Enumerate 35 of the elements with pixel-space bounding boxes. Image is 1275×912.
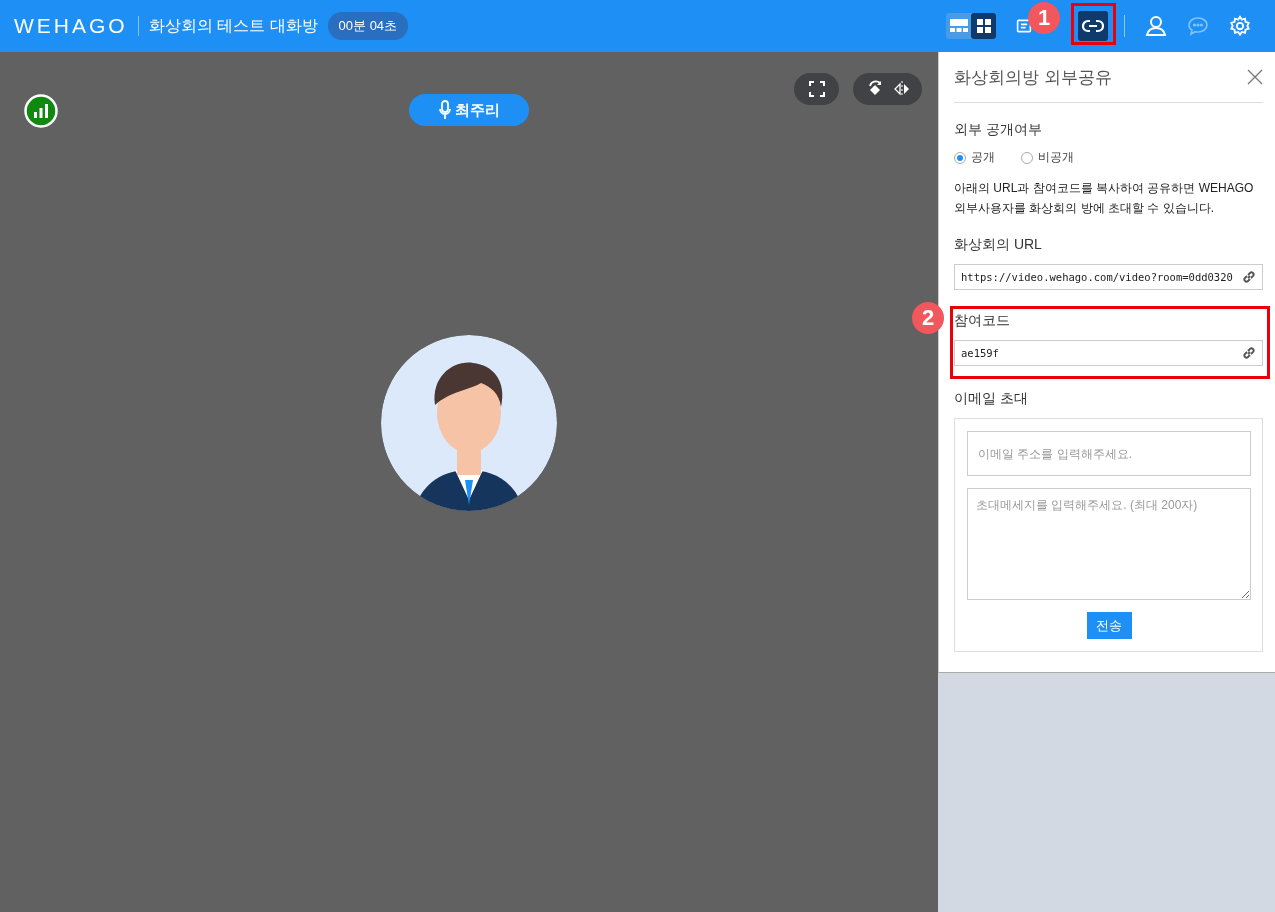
grid-layout-icon: [975, 18, 992, 34]
link-icon: [1242, 346, 1256, 360]
close-button[interactable]: [1247, 69, 1263, 85]
radio-option[interactable]: 공개: [954, 149, 995, 166]
grid-layout-button[interactable]: [971, 13, 996, 39]
url-field[interactable]: https://video.wehago.com/video?room=0dd0320: [954, 264, 1263, 290]
highlight-frame: [1071, 3, 1116, 45]
person-icon: [1145, 15, 1167, 37]
chat-bubble-icon: [1187, 16, 1209, 36]
section-label: 이메일 초대: [954, 390, 1029, 408]
call-timer: 00분 04초: [327, 12, 409, 40]
fullscreen-icon: [808, 81, 825, 97]
signal-strength-icon: [24, 94, 58, 128]
settings-icon: [1229, 15, 1251, 37]
speaker-name-tag: 최주리: [409, 94, 529, 126]
radio-option[interactable]: 비공개: [1021, 149, 1074, 166]
section-label: 화상회의 URL: [954, 236, 1043, 254]
microphone-icon: [438, 100, 451, 120]
mirror-icon: [893, 81, 910, 97]
message-field[interactable]: 초대메세지를 입력해주세요. (최대 200자): [967, 488, 1251, 600]
section-label: 외부 공개여부: [954, 121, 1043, 139]
section-label: 참여코드: [954, 312, 1011, 330]
rotate-mirror-button[interactable]: [853, 73, 922, 105]
room-title: 화상회의 테스트 대화방: [148, 15, 318, 36]
link-icon: [1242, 270, 1256, 284]
link-button[interactable]: [1078, 11, 1108, 41]
email-field[interactable]: 이메일 주소를 입력해주세요.: [967, 431, 1251, 476]
code-field[interactable]: ae159f: [954, 340, 1263, 366]
panel-title: 화상회의방 외부공유: [954, 66, 1112, 89]
list-layout-icon: [949, 18, 968, 34]
link-icon: [1082, 19, 1104, 33]
fullscreen-button[interactable]: [794, 73, 839, 105]
close-icon: [1247, 69, 1263, 85]
wehago-logo: WEHAGO: [14, 14, 128, 38]
description-text: 아래의 URL과 참여코드를 복사하여 공유하면 WEHAGO 외부사용자를 화상회의 방에 초대할 수 있습니다.: [954, 180, 1255, 217]
